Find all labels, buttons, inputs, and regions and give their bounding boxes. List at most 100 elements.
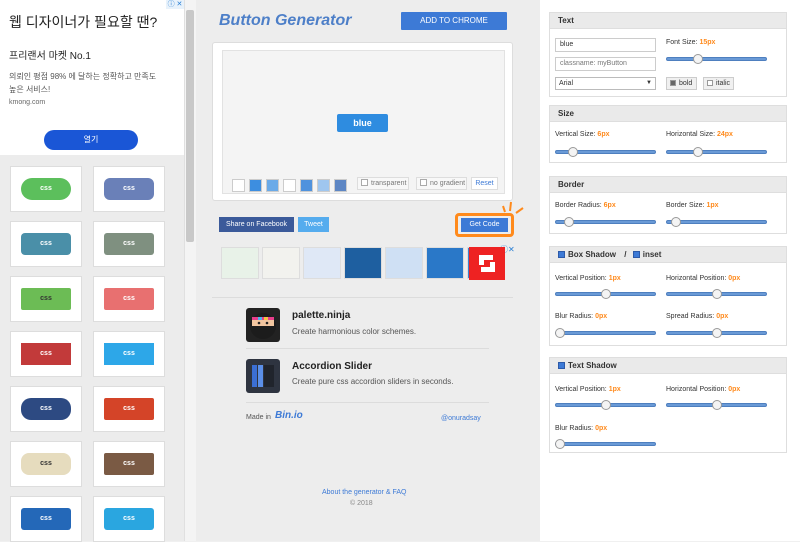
text-shadow-blur-radius-slider[interactable] (555, 439, 656, 449)
ad-info-icon[interactable]: ⓘ ✕ (166, 0, 184, 9)
box-shadow-section-header[interactable]: Box Shadow / inset (549, 246, 787, 263)
gallery-sample-button[interactable]: css (21, 508, 71, 530)
classname-input[interactable]: classname: myButton (555, 57, 656, 71)
add-to-chrome-button[interactable]: ADD TO CHROME (401, 12, 507, 30)
gallery-sample-button[interactable]: css (21, 453, 71, 475)
swatch[interactable] (232, 179, 245, 192)
gallery-tile[interactable]: css (10, 221, 82, 267)
italic-label: italic (716, 80, 731, 87)
gallery-tile[interactable]: css (93, 276, 165, 322)
shadow-spread-radius-slider[interactable] (666, 328, 767, 338)
text-shadow-title: Text Shadow (568, 361, 617, 370)
italic-toggle[interactable]: italic (703, 77, 734, 90)
gallery-tile[interactable]: css (10, 496, 82, 542)
gallery-tile[interactable]: css (10, 386, 82, 432)
gallery-scroll-thumb[interactable] (186, 10, 194, 242)
no-gradient-toggle[interactable]: no gradient (416, 177, 467, 190)
ad-thumbnail[interactable] (344, 247, 382, 279)
button-text-input[interactable]: blue (555, 38, 656, 52)
swatch[interactable] (249, 179, 262, 192)
sponsored-ad[interactable]: ⓘ ✕ 웹 디자이너가 필요할 땐? 프리랜서 마켓 No.1 의뢰인 평점 9… (0, 0, 184, 155)
gallery-tile[interactable]: css (10, 331, 82, 377)
share-facebook-button[interactable]: Share on Facebook (219, 217, 294, 232)
shadow-horizontal-position-slider-knob[interactable] (711, 289, 722, 299)
reset-button[interactable]: Reset (471, 177, 498, 190)
palette-ninja-logo[interactable] (246, 308, 280, 342)
gallery-tile[interactable]: css (93, 221, 165, 267)
about-faq-link[interactable]: About the generator & FAQ (322, 489, 406, 496)
bold-toggle[interactable]: bold (666, 77, 697, 90)
highlight-marks-icon (502, 201, 524, 214)
swatch[interactable] (334, 179, 347, 192)
gallery-tile[interactable]: css (10, 166, 82, 212)
border-size-slider-knob[interactable] (670, 217, 681, 227)
gallery-sample-button[interactable]: css (104, 453, 154, 475)
promo-title-accordion-slider[interactable]: Accordion Slider (292, 361, 372, 372)
twitter-handle-link[interactable]: @onuradsay (441, 415, 481, 422)
transparent-checkbox[interactable] (361, 179, 368, 186)
text-shadow-section-header[interactable]: Text Shadow (549, 357, 787, 374)
vertical-size-slider[interactable] (555, 147, 656, 157)
made-in-brand-logo[interactable]: Bin.io (275, 410, 303, 421)
text-shadow-checkbox[interactable] (558, 362, 565, 369)
gallery-sample-button[interactable]: css (21, 288, 71, 310)
gallery-sample-button[interactable]: css (104, 233, 154, 255)
gallery-tile[interactable]: css (93, 386, 165, 432)
promo-title-palette-ninja[interactable]: palette.ninja (292, 310, 350, 321)
shadow-blur-radius-slider[interactable] (555, 328, 656, 338)
gallery-sample-button[interactable]: css (104, 508, 154, 530)
get-code-button[interactable]: Get Code (461, 218, 508, 232)
text-shadow-horizontal-position-slider-knob[interactable] (711, 400, 722, 410)
gallery-sample-button[interactable]: css (21, 343, 71, 365)
gallery-tile[interactable]: css (93, 166, 165, 212)
gallery-sample-button[interactable]: css (104, 288, 154, 310)
shadow-horizontal-position-slider[interactable] (666, 289, 767, 299)
shadow-vertical-position-slider[interactable] (555, 289, 656, 299)
gallery-tile[interactable]: css (10, 441, 82, 487)
no-gradient-checkbox[interactable] (420, 179, 427, 186)
text-shadow-vertical-position-slider-knob[interactable] (600, 400, 611, 410)
font-size-slider[interactable] (666, 54, 767, 64)
gallery-tile[interactable]: css (10, 276, 82, 322)
horizontal-size-slider[interactable] (666, 147, 767, 157)
border-size-slider[interactable] (666, 217, 767, 227)
shadow-spread-radius-slider-knob[interactable] (711, 328, 722, 338)
ad-thumbnail[interactable] (426, 247, 464, 279)
ad-thumbnail[interactable] (221, 247, 259, 279)
swatch[interactable] (300, 179, 313, 192)
font-family-select[interactable]: Arial ▼ (555, 77, 656, 90)
swatch[interactable] (283, 179, 296, 192)
gallery-sample-button[interactable]: css (104, 398, 154, 420)
bold-checkbox[interactable] (670, 80, 676, 86)
inset-checkbox[interactable] (632, 251, 640, 258)
shadow-vertical-position-slider-knob[interactable] (600, 289, 611, 299)
transparent-toggle[interactable]: transparent (357, 177, 409, 190)
tweet-button[interactable]: Tweet (298, 217, 329, 232)
text-shadow-vertical-position-slider[interactable] (555, 400, 656, 410)
gallery-sample-button[interactable]: css (21, 233, 71, 255)
ad-brand-logo[interactable] (469, 247, 505, 280)
text-shadow-blur-radius-slider-knob[interactable] (555, 439, 565, 449)
ad-thumbnail[interactable] (303, 247, 341, 279)
gallery-tile[interactable]: css (93, 441, 165, 487)
gallery-sample-button[interactable]: css (21, 178, 71, 200)
accordion-slider-logo[interactable] (246, 359, 280, 393)
preview-button[interactable]: blue (337, 114, 388, 132)
shadow-blur-radius-slider-knob[interactable] (555, 328, 565, 338)
border-radius-slider[interactable] (555, 217, 656, 227)
ad-open-button[interactable]: 열기 (44, 130, 138, 150)
gallery-tile[interactable]: css (93, 496, 165, 542)
gallery-sample-button[interactable]: css (104, 343, 154, 365)
vertical-size-slider-knob[interactable] (567, 147, 578, 157)
gallery-sample-button[interactable]: css (21, 398, 71, 420)
text-shadow-horizontal-position-slider[interactable] (666, 400, 767, 410)
swatch[interactable] (317, 179, 330, 192)
ad-thumbnail[interactable] (385, 247, 423, 279)
ad-thumbnail[interactable] (262, 247, 300, 279)
gallery-sample-button[interactable]: css (104, 178, 154, 200)
box-shadow-checkbox[interactable] (558, 251, 565, 258)
gallery-tile[interactable]: css (93, 331, 165, 377)
italic-checkbox[interactable] (707, 80, 713, 86)
swatch[interactable] (266, 179, 279, 192)
text-shadow-horizontal-position-value: 0px (728, 386, 741, 393)
